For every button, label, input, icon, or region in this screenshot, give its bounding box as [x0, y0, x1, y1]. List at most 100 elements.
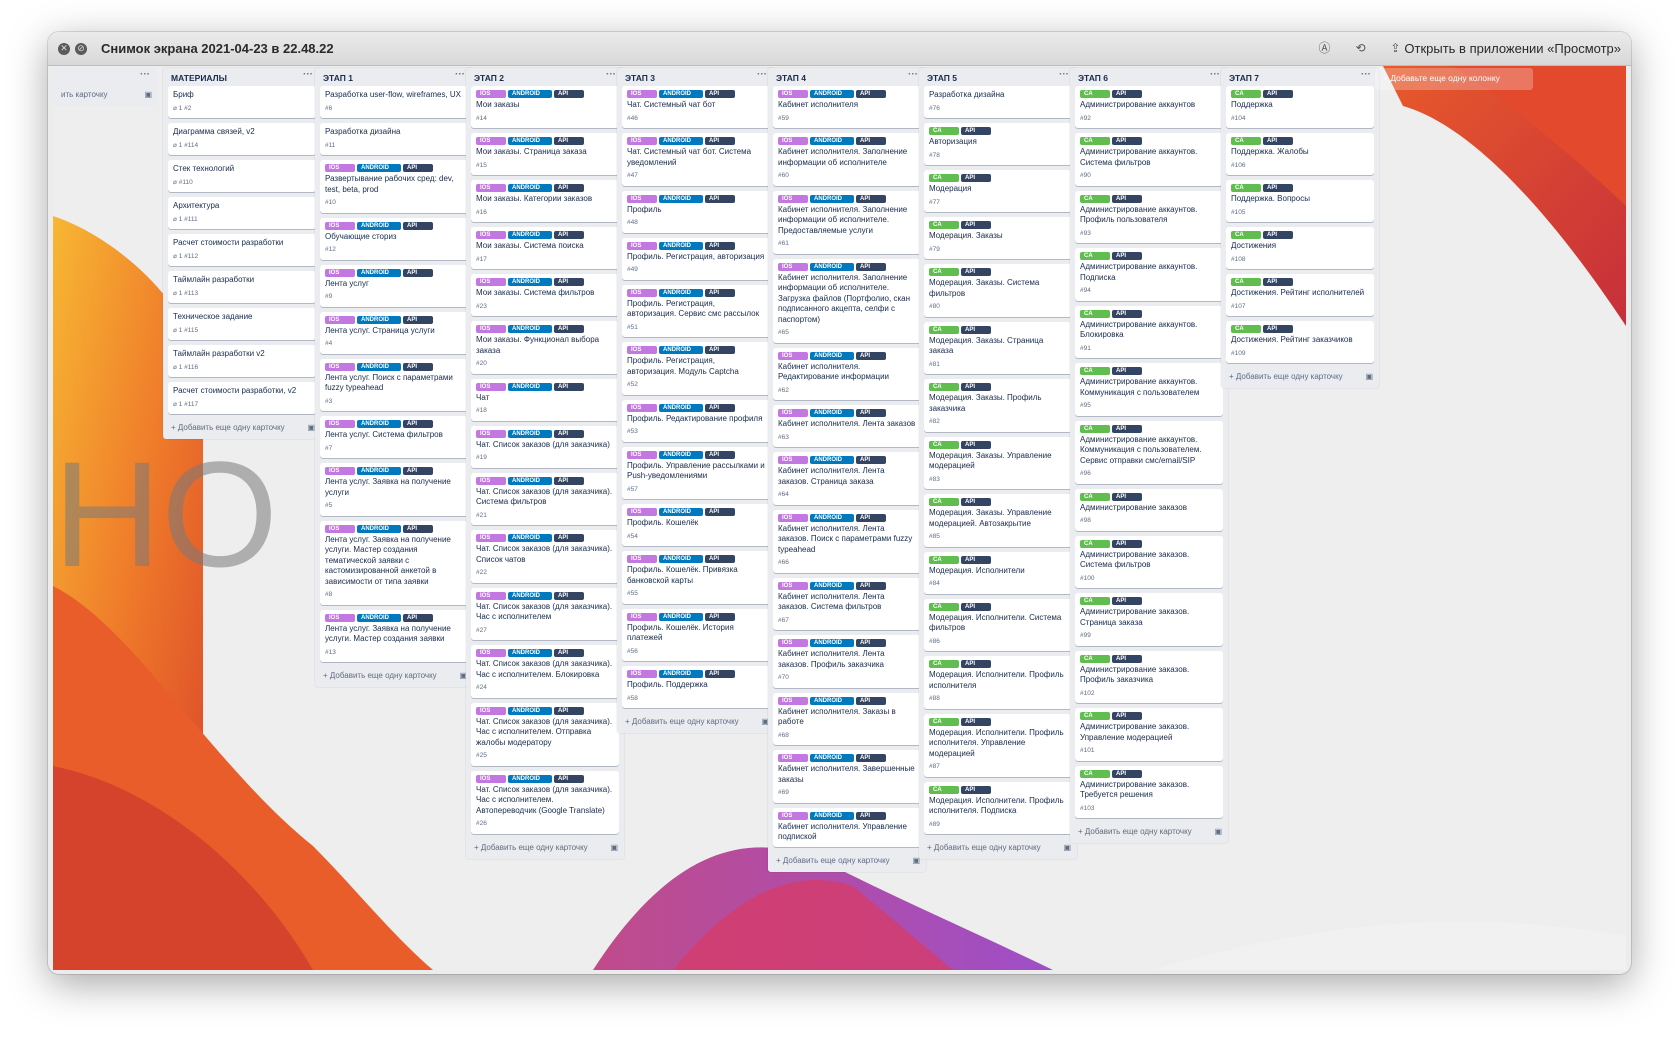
card[interactable]: Разработка дизайна #76 [924, 86, 1072, 118]
card[interactable]: IOS ANDROID API Кабинет исполнителя. Управл… [773, 807, 921, 847]
card[interactable]: CA API Модерация. Исполнители #84 [924, 551, 1072, 594]
card[interactable]: CA API Администрирование аккаунтов. Систем… [1075, 133, 1223, 186]
column-menu-icon[interactable]: ··· [455, 69, 465, 80]
card[interactable]: Бриф ⌀ 1 #2 [168, 86, 316, 118]
card[interactable]: CA API Администрирование аккаунтов #92 [1075, 86, 1223, 128]
card[interactable]: CA API Модерация. Заказы #79 [924, 217, 1072, 259]
card[interactable]: CA API Администрирование заказов. Профиль … [1075, 650, 1223, 703]
card[interactable]: CA API Авторизация #78 [924, 123, 1072, 165]
card[interactable]: Диаграмма связей, v2 ⌀ 1 #114 [168, 123, 316, 155]
card[interactable]: CA API Модерация. Заказы. Управление модер… [924, 494, 1072, 547]
open-in-app-button[interactable]: Открыть в приложении «Просмотр» [1404, 41, 1621, 56]
card[interactable]: IOS ANDROID API Чат. Список заказов (для за… [471, 702, 619, 766]
card[interactable]: CA API Администрирование заказов. Страница… [1075, 593, 1223, 646]
card[interactable]: IOS ANDROID API Профиль. Кошелёк #54 [622, 504, 770, 546]
card[interactable]: IOS ANDROID API Лента услуг. Поиск с параме… [320, 358, 468, 411]
card[interactable]: IOS ANDROID API Мои заказы #14 [471, 86, 619, 128]
add-card-button[interactable]: + Добавить еще одну карточку ▣ [1070, 823, 1228, 843]
card[interactable]: CA API Достижения #108 [1226, 227, 1374, 269]
column-menu-icon[interactable]: ··· [908, 69, 918, 80]
card[interactable]: CA API Модерация. Исполнители. Профиль исп… [924, 781, 1072, 834]
card[interactable]: IOS ANDROID API Чат. Список заказов (для за… [471, 587, 619, 640]
add-card-button[interactable]: ить карточку ▣ [53, 86, 158, 106]
card[interactable]: IOS ANDROID API Кабинет исполнителя. Заполн… [773, 190, 921, 254]
card[interactable]: IOS ANDROID API Кабинет исполнителя. Лента … [773, 577, 921, 630]
column-title[interactable]: ЭТАП 4 ··· [768, 68, 926, 86]
card[interactable]: IOS ANDROID API Кабинет исполнителя. Лента … [773, 452, 921, 505]
card[interactable]: Таймлайн разработки ⌀ 1 #113 [168, 271, 316, 303]
card[interactable]: Стек технологий ⌀ #110 [168, 160, 316, 192]
column-title[interactable]: МАТЕРИАЛЫ ··· [163, 68, 321, 86]
card[interactable]: IOS ANDROID API Чат. Список заказов (для за… [471, 530, 619, 583]
card[interactable]: IOS ANDROID API Профиль. Кошелёк. Привязка … [622, 551, 770, 604]
minimize-window-icon[interactable]: ⊘ [75, 43, 87, 55]
card[interactable]: IOS ANDROID API Лента услуг. Заявка на полу… [320, 609, 468, 662]
card[interactable]: IOS ANDROID API Мои заказы. Категории заказ… [471, 180, 619, 222]
card[interactable]: CA API Администрирование аккаунтов. Коммун… [1075, 420, 1223, 484]
card[interactable]: IOS ANDROID API Мои заказы. Система поиска #… [471, 227, 619, 269]
add-card-button[interactable]: + Добавить еще одну карточку ▣ [617, 713, 775, 733]
template-icon[interactable]: ▣ [1063, 843, 1071, 852]
card[interactable]: IOS ANDROID API Профиль. Управление рассылк… [622, 446, 770, 499]
template-icon[interactable]: ▣ [144, 90, 152, 99]
card[interactable]: CA API Модерация. Исполнители. Система фил… [924, 598, 1072, 651]
card[interactable]: CA API Модерация. Исполнители. Профиль исп… [924, 656, 1072, 709]
column-menu-icon[interactable]: ··· [303, 69, 313, 80]
card[interactable]: IOS ANDROID API Кабинет исполнителя. Редакт… [773, 347, 921, 400]
column-menu-icon[interactable]: ··· [140, 69, 150, 80]
card[interactable]: IOS ANDROID API Профиль. Кошелёк. История п… [622, 608, 770, 661]
card[interactable]: CA API Поддержка #104 [1226, 86, 1374, 128]
card[interactable]: IOS ANDROID API Кабинет исполнителя. Лента … [773, 509, 921, 573]
card[interactable]: CA API Администрирование аккаунтов. Коммун… [1075, 363, 1223, 416]
card[interactable]: CA API Модерация. Заказы. Профиль заказчик… [924, 379, 1072, 432]
card[interactable]: Разработка user-flow, wireframes, UX #6 [320, 86, 468, 118]
card[interactable]: IOS ANDROID API Кабинет исполнителя. Заверш… [773, 750, 921, 803]
card[interactable]: IOS ANDROID API Лента услуг. Страница услуг… [320, 311, 468, 354]
add-card-button[interactable]: + Добавить еще одну карточку ▣ [1221, 368, 1379, 388]
column-title[interactable]: ЭТАП 3 ··· [617, 68, 775, 86]
card[interactable]: IOS ANDROID API Профиль. Поддержка #58 [622, 666, 770, 708]
card[interactable]: CA API Поддержка. Вопросы #105 [1226, 180, 1374, 222]
card[interactable]: CA API Администрирование заказов. Требуетс… [1075, 765, 1223, 818]
card[interactable]: IOS ANDROID API Кабинет исполнителя. Лента … [773, 635, 921, 688]
card[interactable]: IOS ANDROID API Профиль. Редактирование про… [622, 399, 770, 442]
column-menu-icon[interactable]: ··· [757, 69, 767, 80]
column-menu-icon[interactable]: ··· [1361, 69, 1371, 80]
card[interactable]: CA API Модерация. Заказы. Управление модер… [924, 436, 1072, 489]
card[interactable]: IOS ANDROID API Чат. Список заказов (для за… [471, 645, 619, 698]
card[interactable]: IOS ANDROID API Лента услуг. Заявка на полу… [320, 463, 468, 516]
card[interactable]: CA API Администрирование аккаунтов. Подпис… [1075, 248, 1223, 301]
add-card-button[interactable]: + Добавить еще одну карточку ▣ [315, 667, 473, 687]
template-icon[interactable]: ▣ [610, 843, 618, 852]
card[interactable]: Техническое задание ⌀ 1 #115 [168, 308, 316, 340]
column-title[interactable]: ЭТАП 1 ··· [315, 68, 473, 86]
card[interactable]: Разработка дизайна #11 [320, 123, 468, 155]
markup-icon[interactable]: Ⓐ [1317, 41, 1332, 56]
card[interactable]: CA API Администрирование заказов. Управлен… [1075, 708, 1223, 761]
card[interactable]: Расчет стоимости разработки, v2 ⌀ 1 #117 [168, 382, 316, 414]
card[interactable]: IOS ANDROID API Лента услуг #9 [320, 264, 468, 307]
card[interactable]: IOS ANDROID API Кабинет исполнителя. Заказы… [773, 692, 921, 745]
card[interactable]: IOS ANDROID API Чат #18 [471, 378, 619, 421]
card[interactable]: IOS ANDROID API Обучающие сториз #12 [320, 217, 468, 260]
card[interactable]: CA API Модерация. Исполнители. Профиль исп… [924, 713, 1072, 777]
card[interactable]: IOS ANDROID API Чат. Список заказов (для за… [471, 425, 619, 468]
card[interactable]: IOS ANDROID API Чат. Системный чат бот. Сис… [622, 133, 770, 186]
add-column-button[interactable]: + Добавьте еще одну колонку [1375, 68, 1533, 90]
close-window-icon[interactable]: ✕ [58, 43, 70, 55]
card[interactable]: CA API Достижения. Рейтинг исполнителей #10… [1226, 274, 1374, 316]
column-menu-icon[interactable]: ··· [1210, 69, 1220, 80]
card[interactable]: IOS ANDROID API Мои заказы. Функционал выбо… [471, 321, 619, 374]
card[interactable]: Таймлайн разработки v2 ⌀ 1 #116 [168, 345, 316, 377]
column-menu-icon[interactable]: ··· [606, 69, 616, 80]
card[interactable]: CA API Модерация. Заказы. Система фильтров… [924, 264, 1072, 317]
share-icon[interactable]: ⇪ [1388, 41, 1403, 56]
add-card-button[interactable]: + Добавить еще одну карточку ▣ [163, 419, 321, 439]
card[interactable]: IOS ANDROID API Чат. Список заказов (для за… [471, 770, 619, 834]
column-menu-icon[interactable]: ··· [1059, 69, 1069, 80]
card[interactable]: CA API Модерация. Заказы. Страница заказа #… [924, 321, 1072, 374]
card[interactable]: IOS ANDROID API Мои заказы. Система фильтро… [471, 274, 619, 316]
card[interactable]: IOS ANDROID API Лента услуг. Система фильтр… [320, 416, 468, 458]
card[interactable]: IOS ANDROID API Кабинет исполнителя. Лента … [773, 405, 921, 447]
card[interactable]: CA API Поддержка. Жалобы #106 [1226, 133, 1374, 175]
